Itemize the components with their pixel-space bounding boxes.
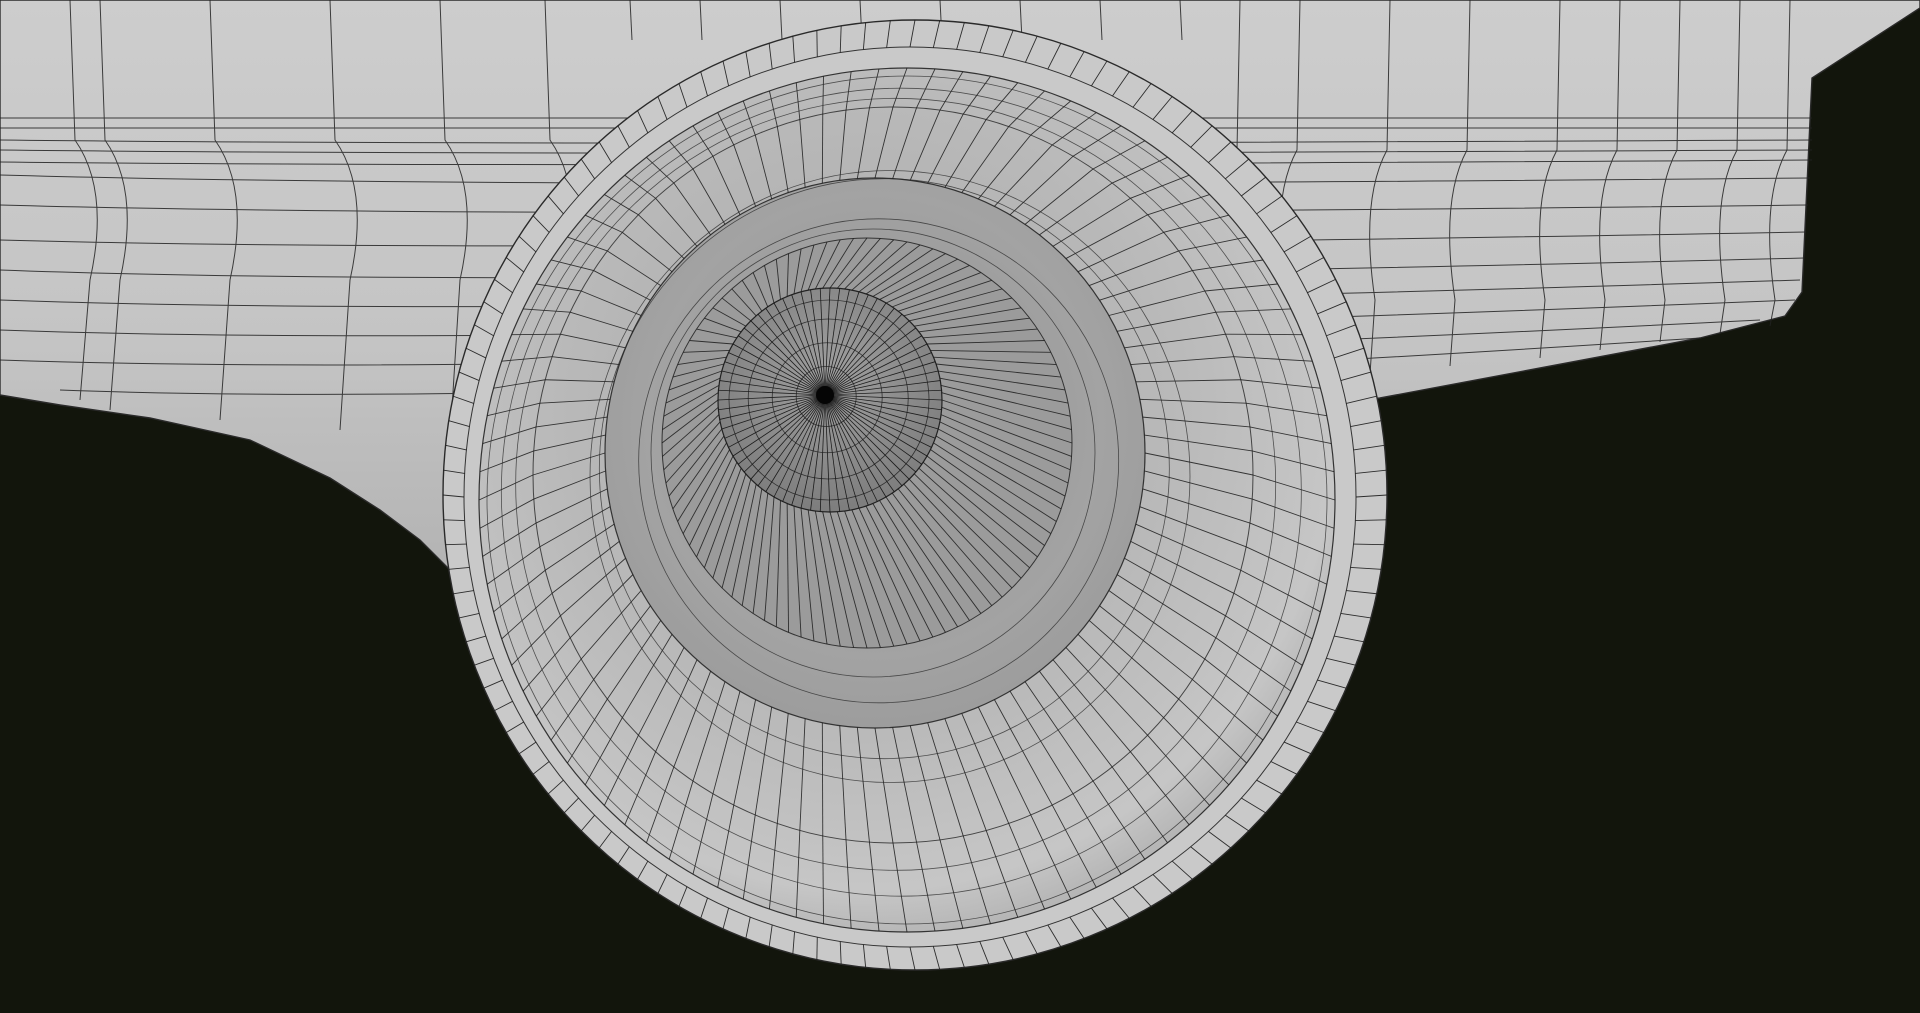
wireframe-scene — [0, 0, 1920, 971]
render-viewport[interactable] — [0, 0, 1920, 1013]
